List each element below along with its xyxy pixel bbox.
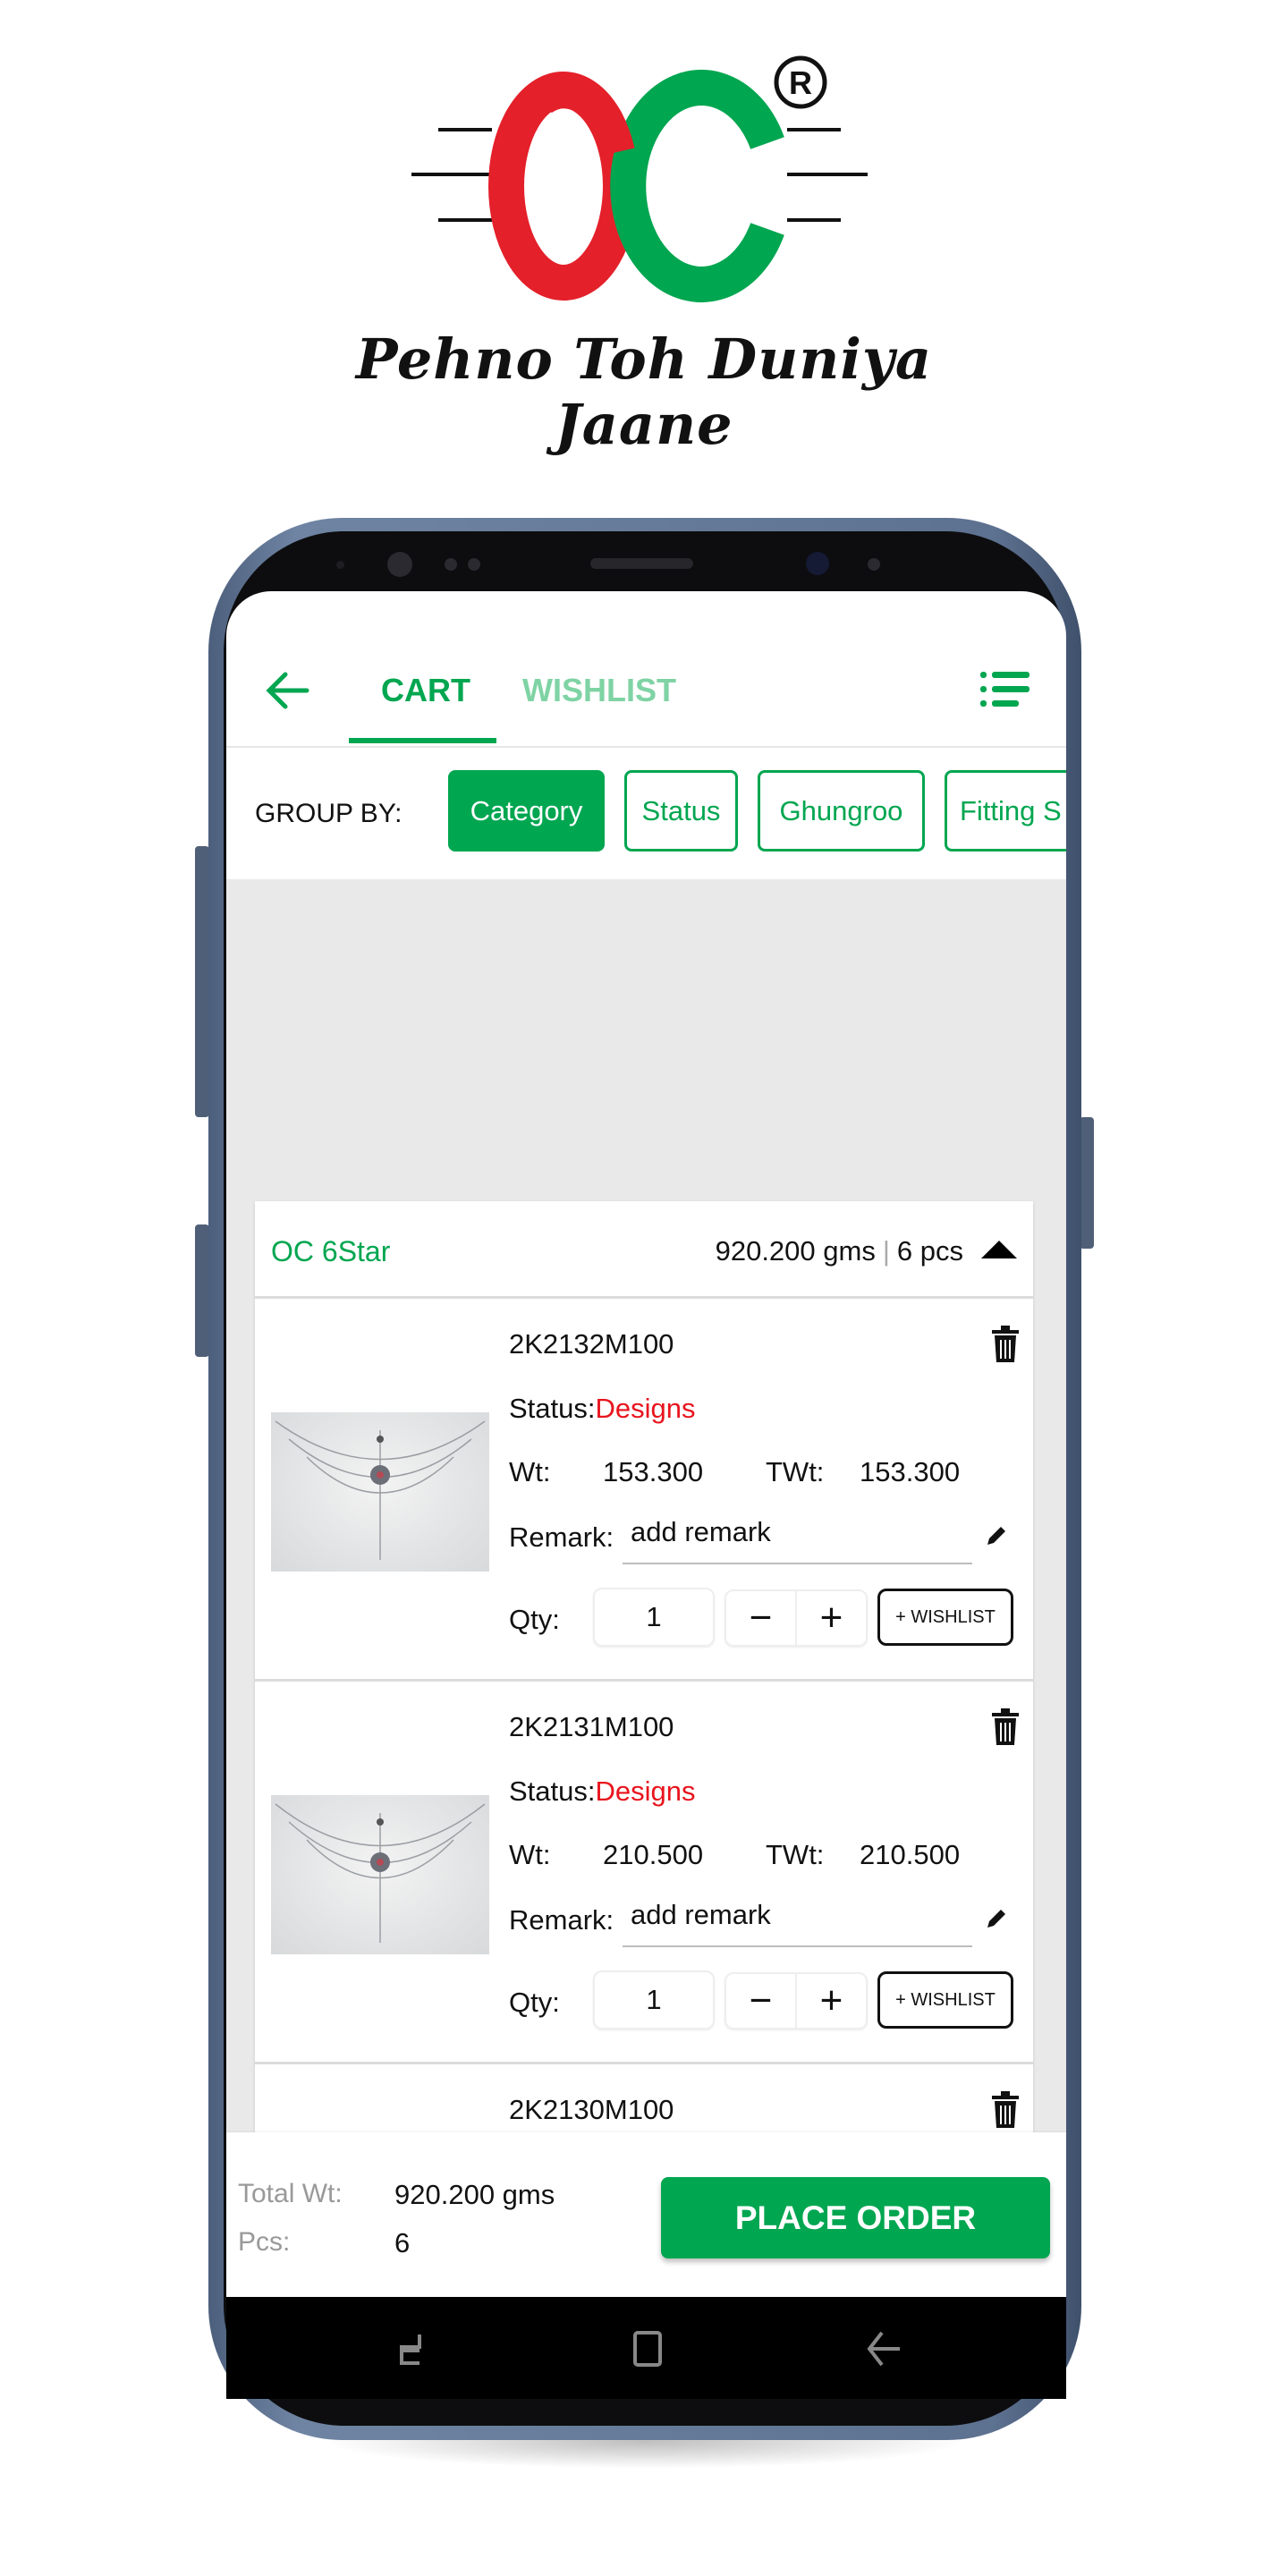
total-weight-label: TWt: [766,1456,825,1487]
add-to-wishlist-button[interactable]: + WISHLIST [877,1589,1013,1646]
trash-icon[interactable] [990,1707,1021,1747]
trash-icon[interactable] [990,1325,1021,1364]
tab-wishlist[interactable]: WISHLIST [522,672,676,709]
weight-label: Wt: [509,1839,551,1870]
place-order-button[interactable]: PLACE ORDER [661,2177,1050,2258]
power-button [1080,1117,1094,1249]
svg-text:R: R [789,64,812,101]
sensor-dot [468,558,480,571]
iris-scanner [806,552,829,575]
earpiece-speaker [590,558,693,569]
status-value: Designs [595,1775,696,1807]
brand-tagline: Pehno Toh Duniya Jaane [355,326,933,457]
group-by-fitting[interactable]: Fitting S [945,770,1066,852]
group-by-status[interactable]: Status [624,770,738,852]
decrement-button[interactable]: − [726,1591,797,1645]
recent-apps-icon[interactable] [384,2322,437,2376]
total-weight-value: 153.300 [860,1456,961,1487]
remark-underline [623,1563,972,1564]
separator: | [882,1235,890,1267]
cart-item: 2K2131M100 Status:Designs Wt: 210.500 TW… [255,1684,1033,2064]
decrement-button[interactable]: − [726,1974,797,2028]
group-by-label: GROUP BY: [255,799,402,828]
item-code: 2K2131M100 [509,1711,674,1742]
sensor-dot [445,558,457,571]
category-weight: 920.200 gms [715,1235,876,1267]
home-icon[interactable] [621,2322,674,2376]
weight-value: 210.500 [603,1839,704,1870]
sensor-dot [868,558,880,571]
status-label: Status: [509,1393,596,1424]
item-status: Status:Designs [509,1393,696,1425]
item-code: 2K2132M100 [509,1328,674,1360]
back-icon[interactable] [857,2322,911,2376]
status-value: Designs [595,1393,696,1424]
add-to-wishlist-button[interactable]: + WISHLIST [877,1971,1013,2029]
group-by-category[interactable]: Category [448,770,605,852]
qty-label: Qty: [509,1604,560,1635]
category-pieces: 6 pcs [896,1235,963,1267]
weight-label: Wt: [509,1456,551,1487]
pieces-value: 6 [394,2227,411,2258]
cart-list: OC 6Star 920.200 gms | 6 pcs 2K2132M100 St… [226,879,1066,2297]
pencil-icon[interactable] [984,1523,1009,1548]
item-code: 2K2130M100 [509,2094,674,2125]
total-weight-label: TWt: [766,1839,825,1870]
remark-underline [623,1945,972,1947]
increment-button[interactable]: + [797,1591,866,1645]
quantity-stepper: − + [724,1589,868,1647]
active-tab-indicator [349,738,496,743]
status-label: Status: [509,1775,596,1807]
arrow-left-icon[interactable] [262,668,316,713]
collapse-caret-icon[interactable] [981,1241,1017,1258]
pieces-label: Pcs: [238,2227,291,2257]
system-nav-bar [226,2297,1066,2399]
tab-cart[interactable]: CART [381,672,470,709]
trash-icon[interactable] [990,2090,1021,2130]
qty-input[interactable]: 1 [593,1970,715,2029]
app-screen: CART WISHLIST GROUP BY: Category Status … [226,591,1066,2297]
sensor-dot [336,561,344,569]
app-header: CART WISHLIST [226,591,1066,748]
remark-input[interactable]: add remark [631,1899,771,1931]
product-image [271,1795,489,1954]
product-image [271,1412,489,1572]
total-weight-label: Total Wt: [238,2179,343,2208]
item-status: Status:Designs [509,1775,696,1808]
category-summary: 920.200 gms | 6 pcs [716,1235,963,1267]
weight-value: 153.300 [603,1456,704,1487]
increment-button[interactable]: + [797,1974,866,2028]
pencil-icon[interactable] [984,1906,1009,1931]
qty-input[interactable]: 1 [593,1588,715,1647]
cart-item: 2K2132M100 Status:Designs Wt: 153.300 TW… [255,1301,1033,1682]
category-name: OC 6Star [271,1235,391,1267]
remark-label: Remark: [509,1904,614,1936]
volume-button [195,846,209,1117]
order-summary-bar: Total Wt: 920.200 gms Pcs: 6 PLACE ORDER [226,2132,1066,2297]
brand-logo: R [411,55,868,302]
total-weight-value: 210.500 [860,1839,961,1870]
quantity-stepper: − + [724,1972,868,2029]
category-header[interactable]: OC 6Star 920.200 gms | 6 pcs [255,1201,1033,1299]
total-weight-value: 920.200 gms [394,2179,555,2210]
bixby-button [195,1224,209,1357]
qty-label: Qty: [509,1987,560,2018]
group-by-ghungroo[interactable]: Ghungroo [758,770,925,852]
front-camera [387,552,412,577]
remark-label: Remark: [509,1521,614,1553]
remark-input[interactable]: add remark [631,1516,771,1548]
list-menu-icon[interactable] [980,672,1030,708]
